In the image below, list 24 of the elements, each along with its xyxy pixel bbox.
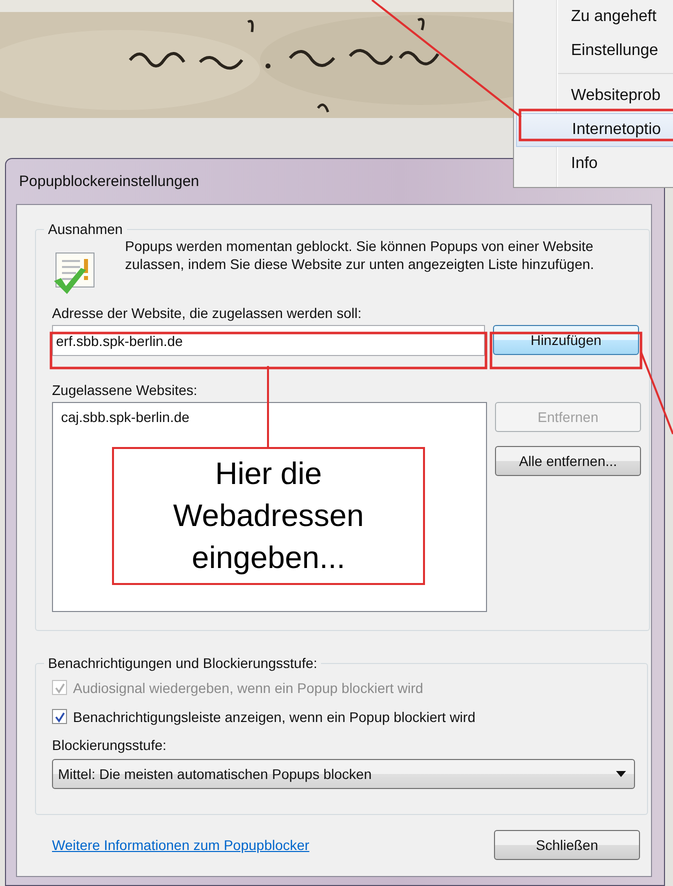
menu-item[interactable]: Info: [516, 147, 673, 181]
group-label: Benachrichtigungen und Blockierungsstufe:: [47, 655, 318, 671]
address-label: Adresse der Website, die zugelassen werden soll:: [52, 305, 362, 321]
menu-item[interactable]: Websiteprob: [516, 79, 673, 113]
checkbox[interactable]: [52, 709, 67, 724]
level-dropdown[interactable]: Mittel: Die meisten automatischen Popups blocken: [52, 759, 635, 789]
address-input[interactable]: erf.sbb.spk-berlin.de: [52, 325, 485, 356]
caret-icon: [616, 771, 626, 777]
info-link[interactable]: Weitere Informationen zum Popupblocker: [52, 837, 310, 853]
menu-item[interactable]: Zu angeheft: [516, 0, 673, 34]
close-button[interactable]: Schließen: [494, 830, 640, 860]
list-button[interactable]: Alle entfernen...: [495, 446, 641, 476]
description-text: Popups werden momentan geblockt. Sie können Popups von einer Website zulassen, indem Sie diese Website zur unten angezeigten Liste hinzufügen.: [125, 237, 596, 273]
window-title: Popupblockereinstellungen: [19, 173, 200, 190]
allowed-sites-label: Zugelassene Websites:: [52, 382, 198, 398]
add-button[interactable]: Hinzufügen: [493, 325, 639, 355]
checkbox-label: Benachrichtigungsleiste anzeigen, wenn ein Popup blockiert wird: [73, 708, 476, 724]
checkbox-label: Audiosignal wiedergeben, wenn ein Popup blockiert wird: [73, 680, 424, 696]
menu-item[interactable]: Einstellunge: [516, 34, 673, 68]
group-label: Ausnahmen: [47, 221, 124, 237]
list-item[interactable]: caj.sbb.spk-berlin.de: [61, 409, 486, 425]
level-label: Blockierungsstufe:: [52, 737, 168, 753]
callout-text: Hier die Webadressen eingeben...: [112, 447, 425, 585]
menu-item[interactable]: Internetoptio: [516, 113, 673, 147]
